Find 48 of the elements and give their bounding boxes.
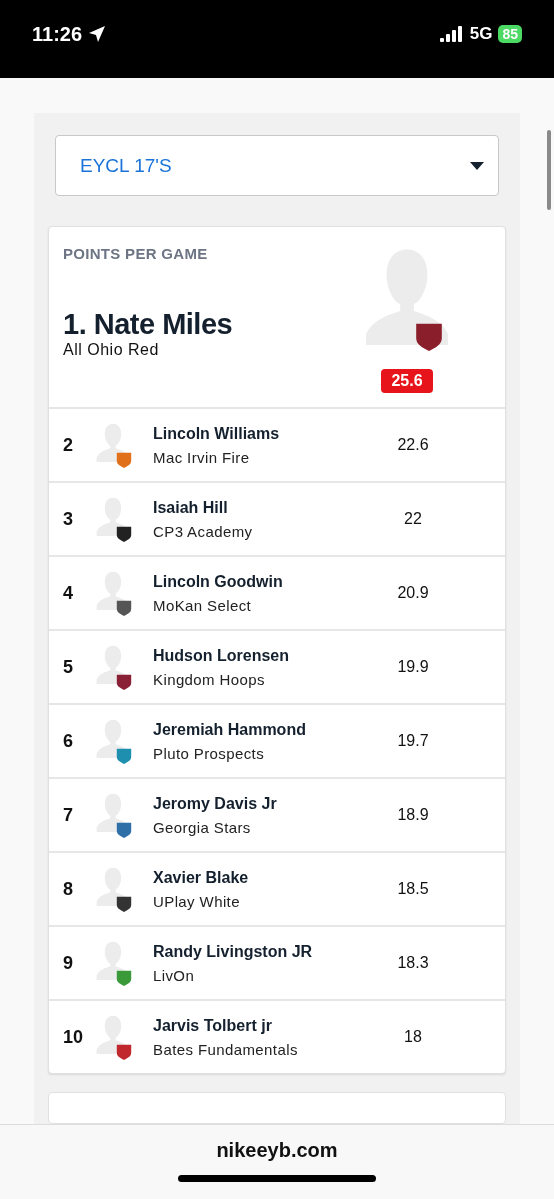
player-name: 1. Nate Miles (63, 308, 233, 341)
stat-value: 18 (403, 1028, 423, 1046)
team-name: LivOn (153, 966, 196, 984)
team-name: CP3 Academy (153, 522, 254, 540)
network-label: 5G (469, 24, 493, 44)
team-name: Georgia Stars (153, 818, 252, 836)
stat-value: 22.6 (396, 436, 430, 454)
battery-level: 85 (498, 25, 522, 43)
url-text: nikeeyb.com (216, 1139, 338, 1162)
stat-title: POINTS PER GAME (63, 245, 209, 262)
caret-icon (470, 161, 484, 170)
rank-number: 5 (63, 656, 74, 678)
location-arrow-icon (88, 25, 107, 43)
player-name: Lincoln Goodwin (153, 572, 284, 591)
stat-value: 22 (403, 510, 423, 528)
team-name: All Ohio Red (63, 341, 160, 359)
stat-value: 25.6 (381, 369, 433, 393)
team-name: Mac Irvin Fire (153, 448, 251, 466)
team-name: Pluto Prospects (153, 744, 266, 762)
stat-value: 19.9 (396, 658, 430, 676)
stat-value: 20.9 (396, 584, 430, 602)
stat-value: 18.5 (396, 880, 430, 898)
team-name: Bates Fundamentals (153, 1040, 299, 1058)
player-name: Xavier Blake (153, 868, 250, 887)
player-name: Jarvis Tolbert jr (153, 1016, 273, 1035)
rank-number: 6 (63, 730, 74, 752)
player-name: Hudson Lorensen (153, 646, 290, 665)
rank-number: 9 (63, 952, 74, 974)
signal-icon (439, 26, 464, 42)
player-name: Isaiah Hill (153, 498, 229, 517)
player-name: Jeromy Davis Jr (153, 794, 278, 813)
player-name: Randy Livingston JR (153, 942, 314, 961)
rank-number: 7 (63, 804, 74, 826)
stat-value: 19.7 (396, 732, 430, 750)
clock-time: 11:26 (32, 22, 83, 46)
team-name: Kingdom Hoops (153, 670, 266, 688)
stat-value: 18.9 (396, 806, 430, 824)
player-name: Lincoln Williams (153, 424, 281, 443)
rank-number: 8 (63, 878, 74, 900)
team-name: MoKan Select (153, 596, 253, 614)
rank-number: 10 (63, 1026, 85, 1048)
player-name: Jeremiah Hammond (153, 720, 307, 739)
rank-number: 3 (63, 508, 74, 530)
rank-number: 4 (63, 582, 74, 604)
team-name: UPlay White (153, 892, 241, 910)
stat-value: 18.3 (396, 954, 430, 972)
rank-number: 2 (63, 434, 74, 456)
league-select[interactable]: EYCL 17'S (55, 135, 499, 196)
